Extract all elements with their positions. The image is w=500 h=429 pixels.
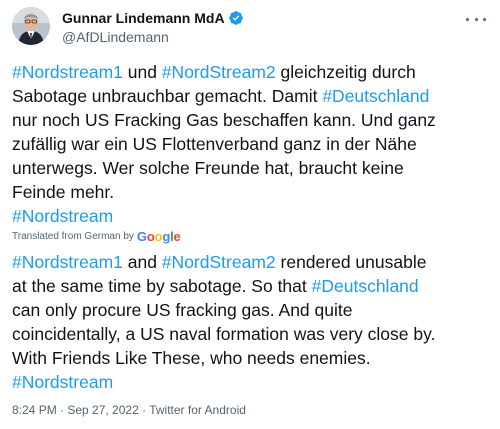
- tweet-timestamp[interactable]: 8:24 PM · Sep 27, 2022 · Twitter for And…: [12, 403, 246, 417]
- more-options-icon[interactable]: [466, 11, 486, 27]
- hashtag-link[interactable]: #Deutschland: [322, 86, 429, 106]
- translation-line: #Nordstream: [12, 370, 492, 394]
- tweet-text-segment: zufällig war ein US Flottenverband ganz …: [12, 134, 417, 154]
- avatar-image: [12, 7, 50, 45]
- tweet-text-original: #Nordstream1 und #NordStream2 gleichzeit…: [12, 60, 492, 228]
- tweet-text-segment: nur noch US Fracking Gas beschaffen kann…: [12, 110, 436, 130]
- hashtag-link[interactable]: #Nordstream: [12, 372, 113, 392]
- tweet-text-translation: #Nordstream1 and #NordStream2 rendered u…: [12, 250, 492, 394]
- tweet-text-segment: at the same time by sabotage. So that: [12, 276, 312, 296]
- original-line: nur noch US Fracking Gas beschaffen kann…: [12, 108, 492, 132]
- author-name[interactable]: Gunnar Lindemann MdA: [62, 10, 225, 26]
- tweet-text-segment: and: [122, 252, 162, 272]
- verified-badge-icon: [228, 11, 243, 25]
- hashtag-link[interactable]: #NordStream2: [162, 62, 276, 82]
- tweet-text-segment: can only procure US fracking gas. And qu…: [12, 300, 353, 320]
- tweet-text-segment: rendered unusable: [275, 252, 427, 272]
- author-handle[interactable]: @AfDLindemann: [62, 29, 244, 45]
- hashtag-link[interactable]: #NordStream2: [162, 252, 276, 272]
- tweet-text-segment: Feinde mehr.: [12, 182, 115, 202]
- translation-line: coincidentally, a US naval formation was…: [12, 322, 492, 346]
- google-logo: Google: [136, 228, 181, 244]
- translation-line: #Nordstream1 and #NordStream2 rendered u…: [12, 250, 492, 274]
- original-line: #Nordstream1 und #NordStream2 gleichzeit…: [12, 60, 492, 84]
- original-line: zufällig war ein US Flottenverband ganz …: [12, 132, 492, 156]
- avatar[interactable]: [12, 7, 50, 45]
- hashtag-link[interactable]: #Nordstream1: [12, 252, 123, 272]
- hashtag-link[interactable]: #Deutschland: [312, 276, 419, 296]
- tweet-text-segment: coincidentally, a US naval formation was…: [12, 324, 436, 344]
- original-line: #Nordstream: [12, 204, 492, 228]
- tweet-header: Gunnar Lindemann MdA @AfDLindemann: [12, 7, 488, 47]
- hashtag-link[interactable]: #Nordstream1: [12, 62, 123, 82]
- original-line: unterwegs. Wer solche Freunde hat, brauc…: [12, 156, 492, 180]
- translation-line: With Friends Like These, who needs enemi…: [12, 346, 492, 370]
- tweet-text-segment: gleichzeitig durch: [275, 62, 416, 82]
- original-line: Feinde mehr.: [12, 180, 492, 204]
- hashtag-link[interactable]: #Nordstream: [12, 206, 113, 226]
- tweet-text-segment: und: [122, 62, 162, 82]
- tweet-text-segment: unterwegs. Wer solche Freunde hat, brauc…: [12, 158, 404, 178]
- author-block: Gunnar Lindemann MdA @AfDLindemann: [62, 9, 244, 45]
- original-line: Sabotage unbrauchbar gemacht. Damit #Deu…: [12, 84, 492, 108]
- tweet-text-segment: With Friends Like These, who needs enemi…: [12, 348, 371, 368]
- translation-line: can only procure US fracking gas. And qu…: [12, 298, 492, 322]
- tweet-text-segment: Sabotage unbrauchbar gemacht. Damit: [12, 86, 323, 106]
- translation-line: at the same time by sabotage. So that #D…: [12, 274, 492, 298]
- translated-label: Translated from German by: [12, 230, 134, 242]
- translation-attribution: Translated from German by Google: [12, 228, 181, 244]
